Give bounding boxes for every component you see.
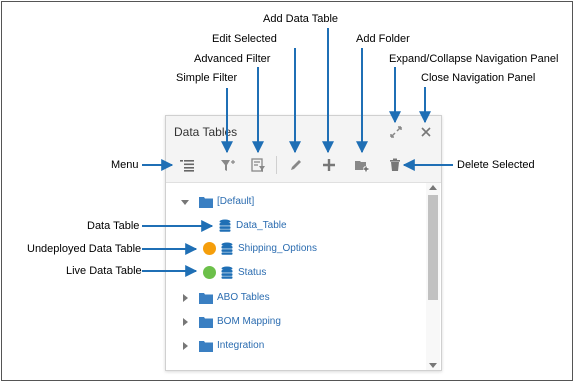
- tree-label: Integration: [217, 340, 265, 351]
- folder-icon: [199, 196, 213, 208]
- tree-label: BOM Mapping: [217, 316, 281, 327]
- database-icon: [221, 242, 233, 255]
- scroll-up-arrow-icon[interactable]: [429, 185, 437, 190]
- tree-label: [Default]: [217, 196, 255, 207]
- tree-label: Shipping_Options: [238, 243, 317, 254]
- tree-item-shipping-options[interactable]: Shipping_Options: [166, 239, 424, 259]
- callout-add-folder: Add Folder: [356, 33, 410, 45]
- tree-folder-integration[interactable]: Integration: [166, 336, 424, 356]
- scroll-down-arrow-icon[interactable]: [429, 363, 437, 368]
- database-icon: [219, 219, 231, 232]
- undeployed-status-icon: [203, 242, 216, 255]
- caret-down-icon[interactable]: [180, 197, 190, 207]
- folder-icon: [199, 316, 213, 328]
- tree-item-status[interactable]: Status: [166, 263, 424, 283]
- menu-icon[interactable]: [179, 157, 195, 173]
- callout-expand-collapse: Expand/Collapse Navigation Panel: [389, 53, 559, 65]
- callout-undeployed-data-table: Undeployed Data Table: [27, 243, 142, 255]
- callout-add-data-table: Add Data Table: [263, 13, 339, 25]
- edit-icon[interactable]: [288, 157, 304, 173]
- tree-folder-abo-tables[interactable]: ABO Tables: [166, 288, 424, 308]
- data-tables-panel: Data Tables [Default] Data_Table Shippin…: [165, 115, 442, 371]
- expand-collapse-icon[interactable]: [388, 124, 404, 140]
- folder-icon: [199, 292, 213, 304]
- data-table-tree: [Default] Data_Table Shipping_Options St…: [166, 183, 426, 370]
- callout-delete-selected: Delete Selected: [457, 159, 535, 171]
- panel-toolbar: [166, 148, 441, 183]
- tree-folder-default[interactable]: [Default]: [166, 192, 424, 212]
- panel-title: Data Tables: [174, 125, 238, 139]
- tree-label: ABO Tables: [217, 292, 270, 303]
- tree-label: Status: [238, 267, 267, 278]
- tree-folder-bom-mapping[interactable]: BOM Mapping: [166, 312, 424, 332]
- callout-edit-selected: Edit Selected: [212, 33, 277, 45]
- tree-item-data-table[interactable]: Data_Table: [166, 216, 424, 236]
- callout-simple-filter: Simple Filter: [176, 72, 238, 84]
- database-icon: [221, 266, 233, 279]
- live-status-icon: [203, 266, 216, 279]
- panel-header: Data Tables: [166, 116, 441, 148]
- folder-icon: [199, 340, 213, 352]
- callout-live-data-table: Live Data Table: [66, 265, 142, 277]
- advanced-filter-icon[interactable]: [250, 157, 266, 173]
- caret-right-icon[interactable]: [180, 293, 190, 303]
- callout-advanced-filter: Advanced Filter: [194, 53, 271, 65]
- add-icon[interactable]: [321, 157, 337, 173]
- callout-menu: Menu: [111, 159, 139, 171]
- delete-icon[interactable]: [387, 157, 403, 173]
- close-icon[interactable]: [418, 124, 434, 140]
- toolbar-separator: [276, 156, 277, 174]
- caret-right-icon[interactable]: [180, 341, 190, 351]
- callout-close-panel: Close Navigation Panel: [421, 72, 536, 84]
- callout-data-table: Data Table: [87, 220, 140, 232]
- caret-right-icon[interactable]: [180, 317, 190, 327]
- tree-label: Data_Table: [236, 220, 287, 231]
- tree-scrollbar[interactable]: [426, 183, 440, 370]
- add-folder-icon[interactable]: [354, 157, 370, 173]
- simple-filter-icon[interactable]: [220, 157, 236, 173]
- scrollbar-thumb[interactable]: [428, 195, 438, 300]
